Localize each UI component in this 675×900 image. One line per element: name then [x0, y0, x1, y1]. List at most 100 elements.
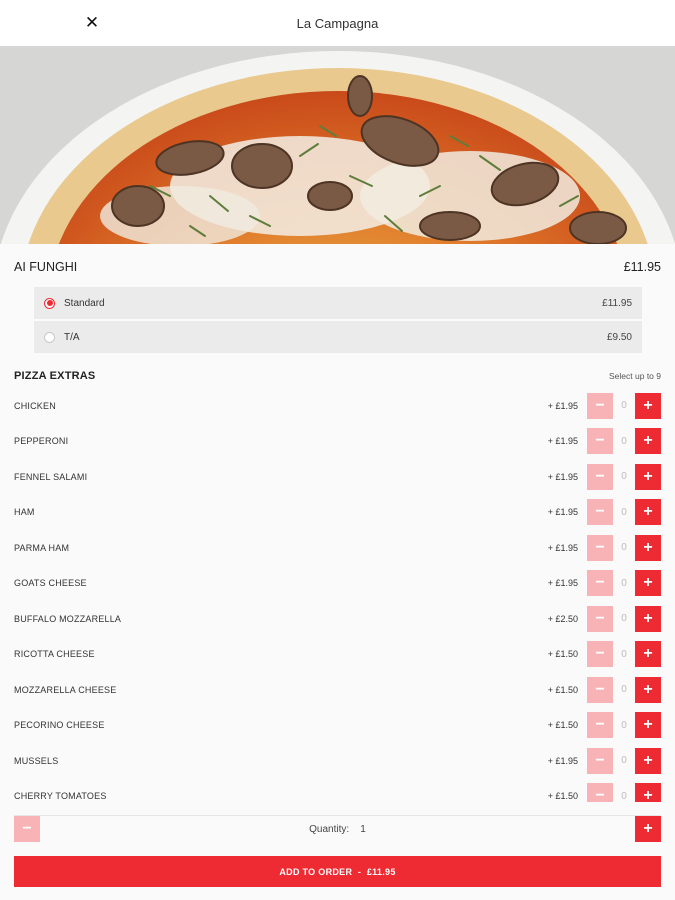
minus-icon: −: [595, 680, 605, 698]
extra-decrease-button[interactable]: −: [587, 534, 613, 561]
extra-name: BUFFALO MOZZARELLA: [14, 613, 122, 624]
variant-label: Standard: [64, 297, 105, 309]
quantity-value: 1: [360, 823, 366, 835]
extra-increase-button[interactable]: +: [635, 428, 661, 455]
minus-icon: −: [595, 432, 605, 450]
extra-price: + £1.95: [547, 436, 578, 447]
extra-quantity: 0: [621, 542, 627, 554]
extra-name: CHERRY TOMATOES: [14, 791, 107, 802]
extra-decrease-button[interactable]: −: [587, 676, 613, 703]
extra-row: PECORINO CHEESE + £1.50 − 0 +: [14, 708, 661, 744]
extra-decrease-button[interactable]: −: [587, 712, 613, 739]
plus-icon: +: [643, 680, 653, 698]
minus-icon: −: [595, 396, 605, 414]
extra-decrease-button[interactable]: −: [587, 428, 613, 455]
minus-icon: −: [595, 716, 605, 734]
extra-quantity: 0: [621, 471, 627, 483]
extra-increase-button[interactable]: +: [635, 783, 661, 802]
minus-icon: −: [595, 787, 605, 802]
close-button[interactable]: ✕: [80, 11, 104, 35]
extra-name: HAM: [14, 507, 35, 518]
extra-decrease-button[interactable]: −: [587, 641, 613, 668]
extra-increase-button[interactable]: +: [635, 392, 661, 419]
variant-label: T/A: [64, 331, 80, 343]
minus-icon: −: [595, 538, 605, 556]
variant-price: £9.50: [606, 331, 632, 343]
extra-increase-button[interactable]: +: [635, 676, 661, 703]
extra-price: + £2.50: [547, 613, 578, 624]
minus-icon: −: [595, 467, 605, 485]
extra-quantity: 0: [621, 506, 627, 518]
minus-icon: −: [22, 820, 32, 837]
extra-name: FENNEL SALAMI: [14, 471, 88, 482]
extra-price: + £1.95: [547, 578, 578, 589]
minus-icon: −: [595, 609, 605, 627]
item-header: AI FUNGHI £11.95: [14, 258, 661, 276]
extra-row: MOZZARELLA CHEESE + £1.50 − 0 +: [14, 672, 661, 708]
extra-decrease-button[interactable]: −: [587, 747, 613, 774]
extra-quantity: 0: [621, 719, 627, 731]
extra-decrease-button[interactable]: −: [587, 783, 613, 802]
radio-unselected-icon[interactable]: [44, 331, 55, 343]
variant-option-ta[interactable]: T/A £9.50: [34, 321, 642, 353]
extra-name: CHICKEN: [14, 400, 56, 411]
extra-quantity: 0: [621, 435, 627, 447]
quantity-decrease-button[interactable]: −: [14, 816, 40, 842]
extra-increase-button[interactable]: +: [635, 570, 661, 597]
extra-row: BUFFALO MOZZARELLA + £2.50 − 0 +: [14, 601, 661, 637]
extras-limit-note: Select up to 9: [609, 371, 661, 381]
plus-icon: +: [643, 716, 653, 734]
extra-row: HAM + £1.95 − 0 +: [14, 495, 661, 531]
extra-decrease-button[interactable]: −: [587, 499, 613, 526]
extra-increase-button[interactable]: +: [635, 747, 661, 774]
quantity-increase-button[interactable]: +: [635, 816, 661, 842]
extras-list[interactable]: CHICKEN + £1.95−0 + PEPPERONI + £1.95−0 + FENN…: [14, 388, 661, 802]
extra-quantity: 0: [621, 755, 627, 767]
plus-icon: +: [643, 645, 653, 663]
top-bar: ✕ La Campagna: [0, 0, 675, 46]
extra-decrease-button[interactable]: −: [587, 605, 613, 632]
extra-increase-button[interactable]: +: [635, 499, 661, 526]
extra-quantity: 0: [621, 684, 627, 696]
extra-increase-button[interactable]: +: [635, 463, 661, 490]
variant-option-standard[interactable]: Standard £11.95: [34, 287, 642, 319]
radio-selected-icon[interactable]: [44, 297, 55, 309]
extra-row: RICOTTA CHEESE + £1.50 − 0 +: [14, 637, 661, 673]
plus-icon: +: [643, 432, 653, 450]
add-to-order-button[interactable]: ADD TO ORDER - £11.95: [14, 856, 661, 887]
extra-row: GOATS CHEESE + £1.95 − 0 +: [14, 566, 661, 602]
pizza-image: [0, 46, 675, 244]
extra-increase-button[interactable]: +: [635, 641, 661, 668]
minus-icon: −: [595, 645, 605, 663]
minus-icon: −: [595, 751, 605, 769]
extra-price: + £1.50: [547, 649, 578, 660]
extra-price: + £1.95: [547, 755, 578, 766]
extra-quantity: 0: [621, 790, 627, 802]
extra-price: + £1.50: [547, 791, 578, 802]
plus-icon: +: [643, 574, 653, 592]
item-price: £11.95: [623, 260, 661, 274]
extra-decrease-button[interactable]: −: [587, 463, 613, 490]
extra-row: PEPPERONI + £1.95 − 0 +: [14, 424, 661, 460]
extra-name: RICOTTA CHEESE: [14, 649, 95, 660]
extra-row: CHICKEN + £1.95 − 0 +: [14, 388, 661, 424]
extra-increase-button[interactable]: +: [635, 534, 661, 561]
plus-icon: +: [643, 396, 653, 414]
plus-icon: +: [643, 609, 653, 627]
plus-icon: +: [643, 503, 653, 521]
extra-price: + £1.95: [547, 400, 578, 411]
plus-icon: +: [643, 820, 653, 837]
extra-name: MUSSELS: [14, 755, 59, 766]
extra-decrease-button[interactable]: −: [587, 392, 613, 419]
extra-price: + £1.95: [547, 507, 578, 518]
extra-price: + £1.50: [547, 684, 578, 695]
extra-row: FENNEL SALAMI + £1.95 − 0 +: [14, 459, 661, 495]
variant-price: £11.95: [602, 297, 632, 309]
extra-increase-button[interactable]: +: [635, 605, 661, 632]
extra-decrease-button[interactable]: −: [587, 570, 613, 597]
extra-increase-button[interactable]: +: [635, 712, 661, 739]
extra-name: PARMA HAM: [14, 542, 70, 553]
minus-icon: −: [595, 574, 605, 592]
extra-price: + £1.95: [547, 471, 578, 482]
plus-icon: +: [643, 751, 653, 769]
